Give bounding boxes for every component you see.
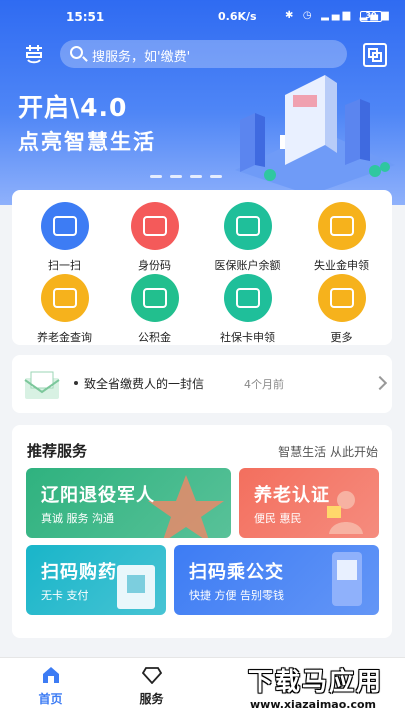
service-item[interactable]: 养老金查询 bbox=[17, 274, 112, 345]
watermark-title: 下载马应用 bbox=[248, 667, 384, 696]
recommend-section: 推荐服务 智慧生活 从此开始 辽阳退役军人 真诚 服务 沟通 养老认证 便民 惠… bbox=[12, 425, 392, 638]
service-grid: 扫一扫 身份码 医保账户余额 失业金申领养老金查询 公积金 社保卡申领 更多 bbox=[12, 190, 392, 345]
card-veterans[interactable]: 辽阳退役军人 真诚 服务 沟通 bbox=[26, 468, 231, 538]
banner-subtitle: 点亮智慧生活 bbox=[18, 130, 156, 154]
medicine-icon bbox=[117, 565, 155, 609]
diamond-icon bbox=[141, 666, 162, 685]
tab-label: 首页 bbox=[38, 692, 63, 706]
card-subtitle: 快捷 方便 告别零钱 bbox=[189, 589, 284, 602]
card-title: 扫码乘公交 bbox=[189, 562, 284, 583]
network-speed: 0.6K/s bbox=[218, 10, 257, 23]
service-label: 更多 bbox=[330, 331, 353, 344]
card-subtitle: 真诚 服务 沟通 bbox=[41, 512, 114, 525]
card-subtitle: 便民 惠民 bbox=[254, 512, 302, 525]
wallet-icon bbox=[317, 202, 366, 250]
sicard-icon bbox=[223, 274, 272, 322]
hero-banner[interactable]: 15:51 0.6K/s ✱ ◷ ▂▄▆ ▂▄▆ 30 搜服务，如'缴费' 开启… bbox=[0, 0, 405, 205]
search-placeholder: 搜服务，如'缴费' bbox=[92, 50, 191, 65]
card-title: 辽阳退役军人 bbox=[41, 485, 155, 506]
service-item[interactable]: 医保账户余额 bbox=[200, 202, 295, 273]
card-scan-bus[interactable]: 扫码乘公交 快捷 方便 告别零钱 bbox=[174, 545, 379, 615]
banner-title: 开启\4.0 bbox=[18, 93, 128, 122]
service-label: 社保卡申领 bbox=[220, 331, 275, 344]
status-bar: 15:51 0.6K/s ✱ ◷ ▂▄▆ ▂▄▆ 30 bbox=[0, 6, 405, 28]
service-label: 医保账户余额 bbox=[214, 259, 281, 272]
notice-text: 致全省缴费人的一封信 bbox=[84, 377, 205, 391]
service-item[interactable]: 失业金申领 bbox=[294, 202, 389, 273]
chevron-right-icon bbox=[372, 375, 388, 391]
scan-icon bbox=[40, 202, 89, 250]
service-item[interactable]: 扫一扫 bbox=[17, 202, 112, 273]
service-item[interactable]: 身份码 bbox=[107, 202, 202, 273]
service-label: 扫一扫 bbox=[48, 259, 81, 272]
recommend-title: 推荐服务 bbox=[27, 442, 88, 460]
search-input[interactable]: 搜服务，如'缴费' bbox=[60, 40, 347, 68]
notice-bullet bbox=[74, 381, 78, 385]
star-icon bbox=[148, 475, 224, 538]
home-icon bbox=[41, 666, 61, 684]
envelope-icon bbox=[24, 371, 60, 399]
service-label: 身份码 bbox=[138, 259, 171, 272]
notice-bar[interactable]: 致全省缴费人的一封信 4个月前 bbox=[12, 355, 392, 413]
card-icon bbox=[223, 202, 272, 250]
qr-scan-icon[interactable] bbox=[363, 43, 387, 67]
carousel-dots[interactable] bbox=[150, 175, 222, 178]
city-illustration bbox=[235, 75, 395, 195]
card-subtitle: 无卡 支付 bbox=[41, 589, 89, 602]
house-icon bbox=[130, 274, 179, 322]
tab-home[interactable]: 首页 bbox=[0, 658, 101, 720]
card-title: 养老认证 bbox=[254, 485, 330, 506]
phone-icon bbox=[332, 552, 362, 606]
recommend-subtitle: 智慧生活 从此开始 bbox=[278, 445, 378, 459]
watermark: 下载马应用 www.xiazaimao.com bbox=[232, 660, 402, 718]
elder-icon bbox=[40, 274, 89, 322]
tab-services[interactable]: 服务 bbox=[101, 658, 202, 720]
service-item[interactable]: 公积金 bbox=[107, 274, 202, 345]
qrcode-icon bbox=[130, 202, 179, 250]
watermark-url: www.xiazaimao.com bbox=[250, 698, 377, 711]
card-pension-auth[interactable]: 养老认证 便民 惠民 bbox=[239, 468, 379, 538]
service-item[interactable]: 更多 bbox=[294, 274, 389, 345]
card-title: 扫码购药 bbox=[41, 562, 117, 583]
app-logo-icon[interactable] bbox=[22, 42, 46, 66]
more-icon bbox=[317, 274, 366, 322]
service-label: 养老金查询 bbox=[37, 331, 92, 344]
service-label: 失业金申领 bbox=[314, 259, 369, 272]
service-item[interactable]: 社保卡申领 bbox=[200, 274, 295, 345]
card-scan-medicine[interactable]: 扫码购药 无卡 支付 bbox=[26, 545, 166, 615]
notice-time: 4个月前 bbox=[244, 378, 284, 391]
service-label: 公积金 bbox=[138, 331, 171, 344]
status-time: 15:51 bbox=[66, 10, 105, 24]
tab-label: 服务 bbox=[139, 692, 164, 706]
search-icon bbox=[70, 46, 83, 59]
battery-icon: 30 bbox=[360, 11, 382, 22]
